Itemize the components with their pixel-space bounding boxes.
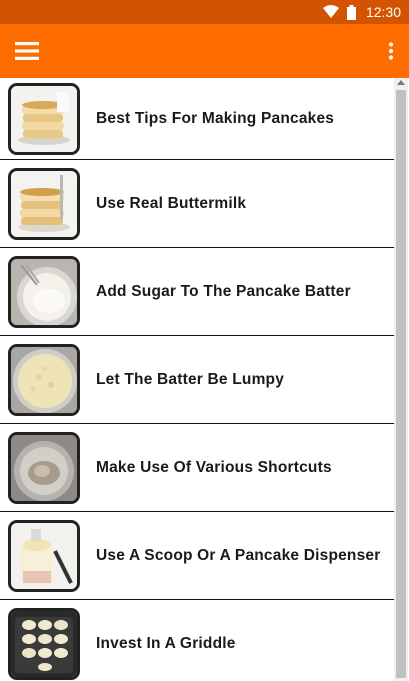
wifi-icon: [322, 5, 339, 19]
list-item-label: Let The Batter Be Lumpy: [96, 370, 285, 388]
pan-image: [8, 431, 80, 504]
list-item-lumpy[interactable]: Let The Batter Be Lumpy: [0, 336, 394, 424]
more-vertical-icon[interactable]: [385, 38, 397, 64]
list-item-scoop[interactable]: Use A Scoop Or A Pancake Dispenser: [0, 512, 394, 600]
list-item-label: Add Sugar To The Pancake Batter: [96, 282, 351, 300]
list-item-sugar[interactable]: Add Sugar To The Pancake Batter: [0, 248, 394, 336]
pancake-stack-image: [8, 82, 80, 155]
list-item-buttermilk[interactable]: Use Real Buttermilk: [0, 160, 394, 248]
list-item-shortcuts[interactable]: Make Use Of Various Shortcuts: [0, 424, 394, 512]
tips-list-area: Best Tips For Making Pancakes Use Real B…: [0, 78, 409, 681]
list-item-label: Make Use Of Various Shortcuts: [96, 458, 332, 476]
hamburger-menu-icon[interactable]: [14, 38, 40, 64]
status-time: 12:30: [365, 4, 401, 20]
list-item-label: Invest In A Griddle: [96, 634, 236, 652]
dispenser-image: [8, 519, 80, 592]
list-item-best-tips[interactable]: Best Tips For Making Pancakes: [0, 78, 394, 160]
pancake-stack-image: [8, 167, 80, 240]
battery-icon: [346, 4, 356, 20]
tips-list: Best Tips For Making Pancakes Use Real B…: [0, 78, 394, 681]
list-item-label: Use Real Buttermilk: [96, 194, 247, 212]
app-bar: [0, 24, 409, 78]
scroll-up-icon[interactable]: [397, 80, 405, 85]
lumpy-batter-image: [8, 343, 80, 416]
griddle-image: [8, 607, 80, 680]
batter-bowl-image: [8, 255, 80, 328]
status-bar: 12:30: [0, 0, 409, 24]
list-item-griddle[interactable]: Invest In A Griddle: [0, 600, 394, 681]
scrollbar-thumb[interactable]: [396, 90, 406, 678]
list-item-label: Use A Scoop Or A Pancake Dispenser: [96, 546, 381, 564]
list-item-label: Best Tips For Making Pancakes: [96, 109, 335, 127]
scrollbar[interactable]: [394, 78, 408, 681]
